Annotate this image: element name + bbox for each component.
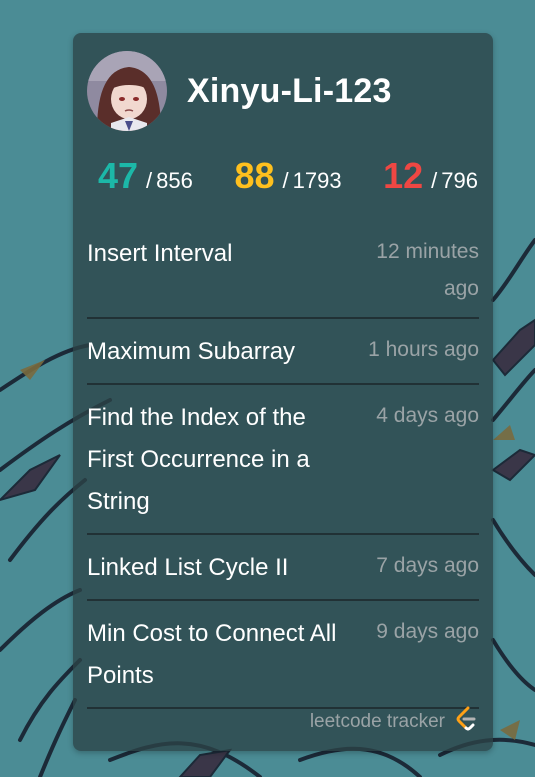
submission-time: 1 hours ago [368,338,479,361]
tracker-card: Xinyu-Li-123 47/856 88/1793 12/796 Inser… [73,33,493,751]
solved-stats: 47/856 88/1793 12/796 [98,155,478,197]
submission-time: 7 days ago [376,554,479,577]
profile-header: Xinyu-Li-123 [87,51,392,131]
medium-stat: 88 /1793 [234,155,341,197]
list-item[interactable]: Find the Index of the First Occurrence i… [87,393,479,535]
leetcode-logo-icon[interactable] [455,706,477,737]
medium-separator: / [282,168,289,193]
avatar[interactable] [87,51,167,131]
hard-separator: / [431,168,438,193]
submission-time: 12 minutes ago [376,240,479,300]
footer: leetcode tracker [310,706,477,737]
easy-stat: 47 /856 [98,155,193,197]
list-item[interactable]: Insert Interval 12 minutes ago [87,229,479,319]
problem-title[interactable]: Maximum Subarray [87,331,295,373]
medium-solved: 88 [234,155,275,196]
problem-title[interactable]: Insert Interval [87,233,232,275]
hard-stat: 12 /796 [383,155,478,197]
easy-separator: / [146,168,153,193]
anime-avatar-icon [87,51,167,131]
problem-title[interactable]: Min Cost to Connect All Points [87,613,357,697]
list-item[interactable]: Min Cost to Connect All Points 9 days ag… [87,609,479,709]
easy-solved: 47 [98,155,139,196]
hard-total: 796 [441,168,478,193]
problem-title[interactable]: Linked List Cycle II [87,547,288,589]
list-item[interactable]: Linked List Cycle II 7 days ago [87,543,479,601]
submission-time: 4 days ago [376,404,479,427]
username[interactable]: Xinyu-Li-123 [187,72,392,111]
submission-list: Insert Interval 12 minutes ago Maximum S… [87,229,479,717]
submission-time: 9 days ago [376,620,479,643]
hard-solved: 12 [383,155,424,196]
list-item[interactable]: Maximum Subarray 1 hours ago [87,327,479,385]
medium-total: 1793 [292,168,342,193]
footer-label: leetcode tracker [309,710,445,732]
problem-title[interactable]: Find the Index of the First Occurrence i… [87,397,357,523]
easy-total: 856 [156,168,193,193]
